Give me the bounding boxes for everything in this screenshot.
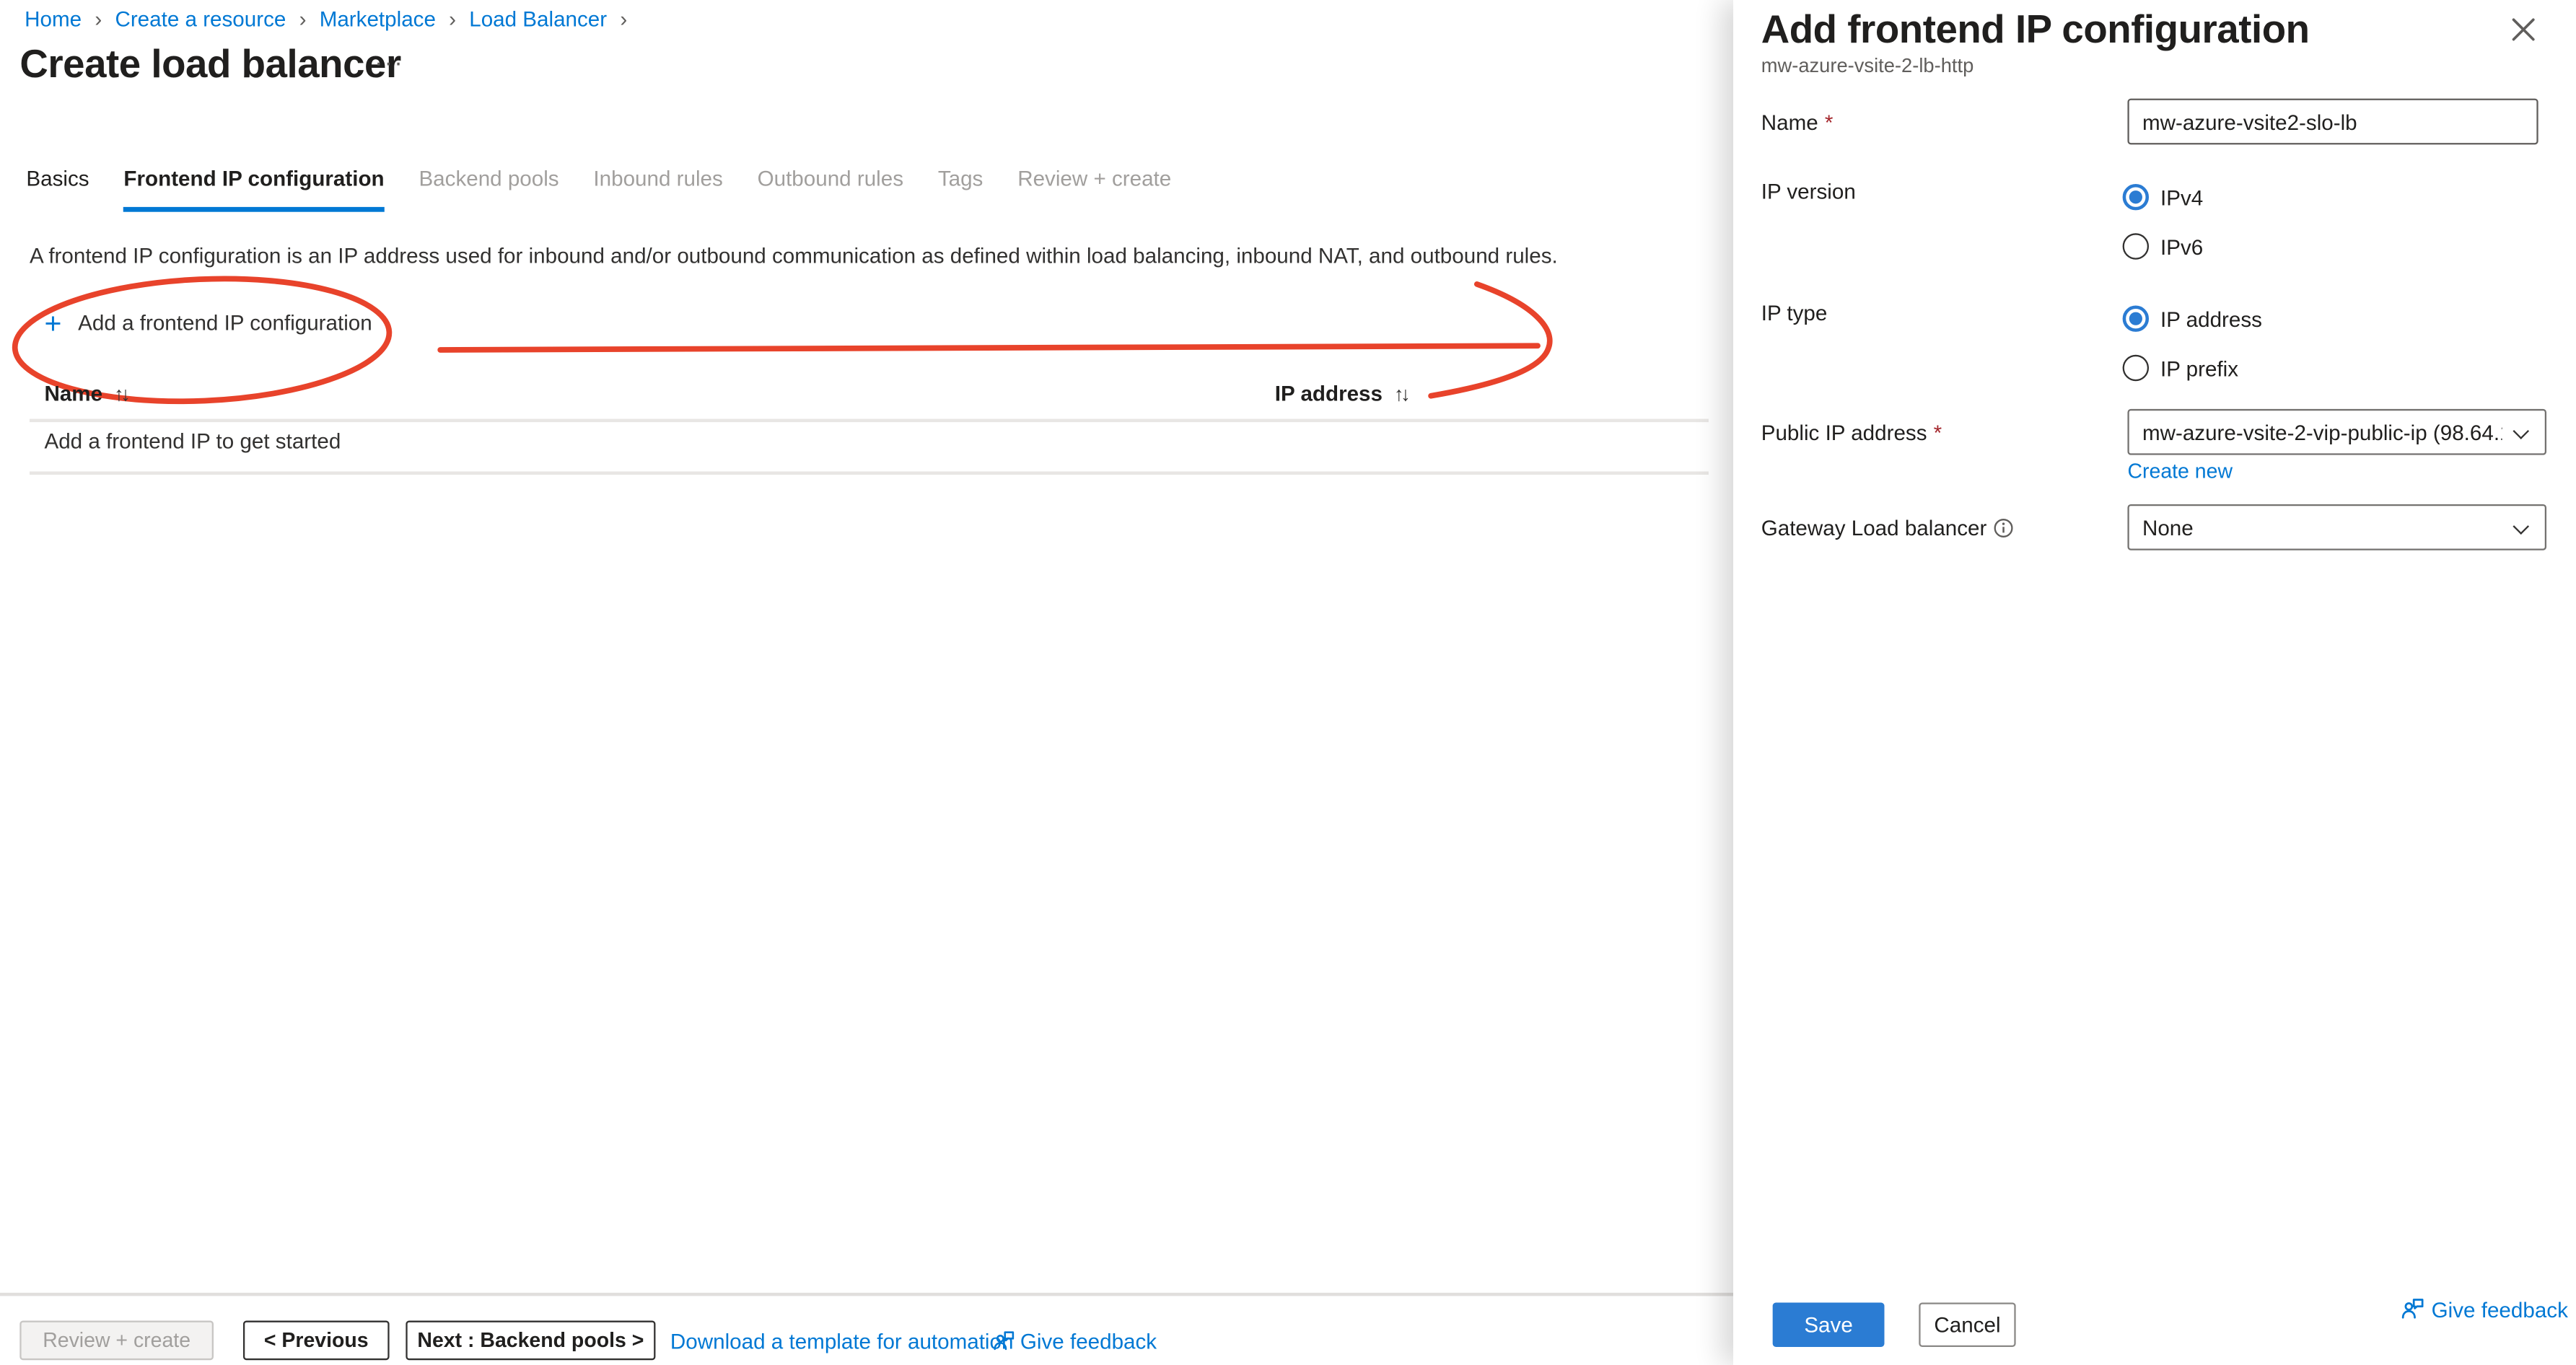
breadcrumb-link-create-a-resource[interactable]: Create a resource [115, 6, 286, 31]
panel-title: Add frontend IP configuration [1761, 8, 2310, 54]
radio-option-ip-prefix[interactable]: IP prefix [2123, 355, 2238, 381]
close-icon[interactable] [2507, 13, 2540, 46]
tab-outbound-rules: Outbound rules [758, 166, 903, 212]
breadcrumb-link-marketplace[interactable]: Marketplace [320, 6, 436, 31]
chevron-down-icon [2513, 423, 2529, 439]
footer-divider [0, 1293, 1733, 1296]
breadcrumb-link-home[interactable]: Home [25, 6, 82, 31]
table-row-divider [30, 471, 1709, 475]
create-load-balancer-blade: Home › Create a resource › Marketplace › Load … [0, 0, 1733, 1365]
give-feedback-link[interactable]: Give feedback [1020, 1329, 1157, 1353]
public-ip-dropdown[interactable]: mw-azure-vsite-2-vip-public-ip (98.64.19… [2127, 409, 2546, 455]
tab-review-create: Review + create [1017, 166, 1171, 212]
annotation-line [440, 346, 1538, 350]
radio-label: IPv6 [2160, 234, 2203, 258]
table-header-divider [30, 419, 1709, 423]
tab-bar: Basics Frontend IP configuration Backend p… [26, 166, 1171, 212]
radio-unselected-icon [2123, 355, 2149, 381]
breadcrumb-link-load-balancer[interactable]: Load Balancer [469, 6, 607, 31]
ip-version-label: IP version [1761, 179, 1856, 203]
radio-option-ipv6[interactable]: IPv6 [2123, 233, 2204, 259]
panel-subtitle: mw-azure-vsite-2-lb-http [1761, 54, 1974, 77]
radio-label: IPv4 [2160, 185, 2203, 209]
give-feedback-link[interactable]: Give feedback [2432, 1298, 2568, 1322]
tab-backend-pools: Backend pools [419, 166, 558, 212]
tab-inbound-rules: Inbound rules [593, 166, 722, 212]
ip-type-label: IP type [1761, 301, 1828, 325]
feedback-icon [992, 1329, 1015, 1352]
azure-portal-page: Home › Create a resource › Marketplace › Load … [0, 0, 2576, 1365]
download-template-link[interactable]: Download a template for automation [670, 1329, 1014, 1353]
gateway-lb-label: Gateway Load balancer [1761, 516, 2015, 540]
radio-selected-icon [2123, 184, 2149, 210]
radio-label: IP address [2160, 307, 2262, 331]
add-frontend-ip-button[interactable]: + Add a frontend IP configuration [44, 310, 372, 335]
radio-unselected-icon [2123, 233, 2149, 259]
name-label: Name * [1761, 110, 1834, 135]
create-new-link[interactable]: Create new [2127, 460, 2233, 483]
previous-button[interactable]: < Previous [243, 1321, 390, 1361]
next-backend-pools-button[interactable]: Next : Backend pools > [406, 1321, 655, 1361]
public-ip-label: Public IP address * [1761, 421, 1942, 445]
page-title: Create load balancer [19, 43, 400, 89]
name-input[interactable] [2127, 99, 2538, 145]
tab-tags: Tags [938, 166, 983, 212]
annotation-hook [1431, 284, 1550, 396]
breadcrumb: Home › Create a resource › Marketplace › Load … [25, 6, 640, 31]
plus-icon: + [44, 311, 61, 334]
tab-frontend-ip-configuration[interactable]: Frontend IP configuration [123, 166, 384, 212]
breadcrumb-separator: › [620, 6, 627, 31]
gateway-lb-dropdown[interactable]: None [2127, 504, 2546, 550]
breadcrumb-separator: › [95, 6, 102, 31]
radio-option-ipv4[interactable]: IPv4 [2123, 184, 2204, 210]
chevron-down-icon [2513, 518, 2529, 535]
sort-icon: ↑↓ [114, 382, 127, 405]
info-icon[interactable] [1993, 517, 2015, 539]
title-more-button[interactable]: ··· [374, 49, 404, 77]
radio-option-ip-address[interactable]: IP address [2123, 305, 2262, 331]
column-header-name[interactable]: Name ↑↓ [44, 381, 127, 405]
radio-selected-icon [2123, 305, 2149, 331]
add-frontend-ip-label: Add a frontend IP configuration [78, 310, 372, 335]
required-asterisk: * [1825, 110, 1834, 135]
sort-icon: ↑↓ [1394, 382, 1407, 405]
cancel-button[interactable]: Cancel [1919, 1303, 2015, 1347]
frontend-ip-description: A frontend IP configuration is an IP add… [30, 243, 1639, 268]
breadcrumb-separator: › [299, 6, 307, 31]
save-button[interactable]: Save [1773, 1303, 1885, 1347]
column-header-ip-address[interactable]: IP address ↑↓ [1275, 381, 1407, 405]
radio-label: IP prefix [2160, 356, 2238, 380]
review-create-button: Review + create [19, 1321, 214, 1361]
add-frontend-ip-panel: Add frontend IP configuration mw-azure-v… [1733, 0, 2576, 1365]
tab-basics[interactable]: Basics [26, 166, 89, 212]
required-asterisk: * [1934, 421, 1942, 445]
table-empty-row: Add a frontend IP to get started [44, 429, 341, 453]
feedback-icon [2400, 1296, 2424, 1320]
breadcrumb-separator: › [449, 6, 456, 31]
